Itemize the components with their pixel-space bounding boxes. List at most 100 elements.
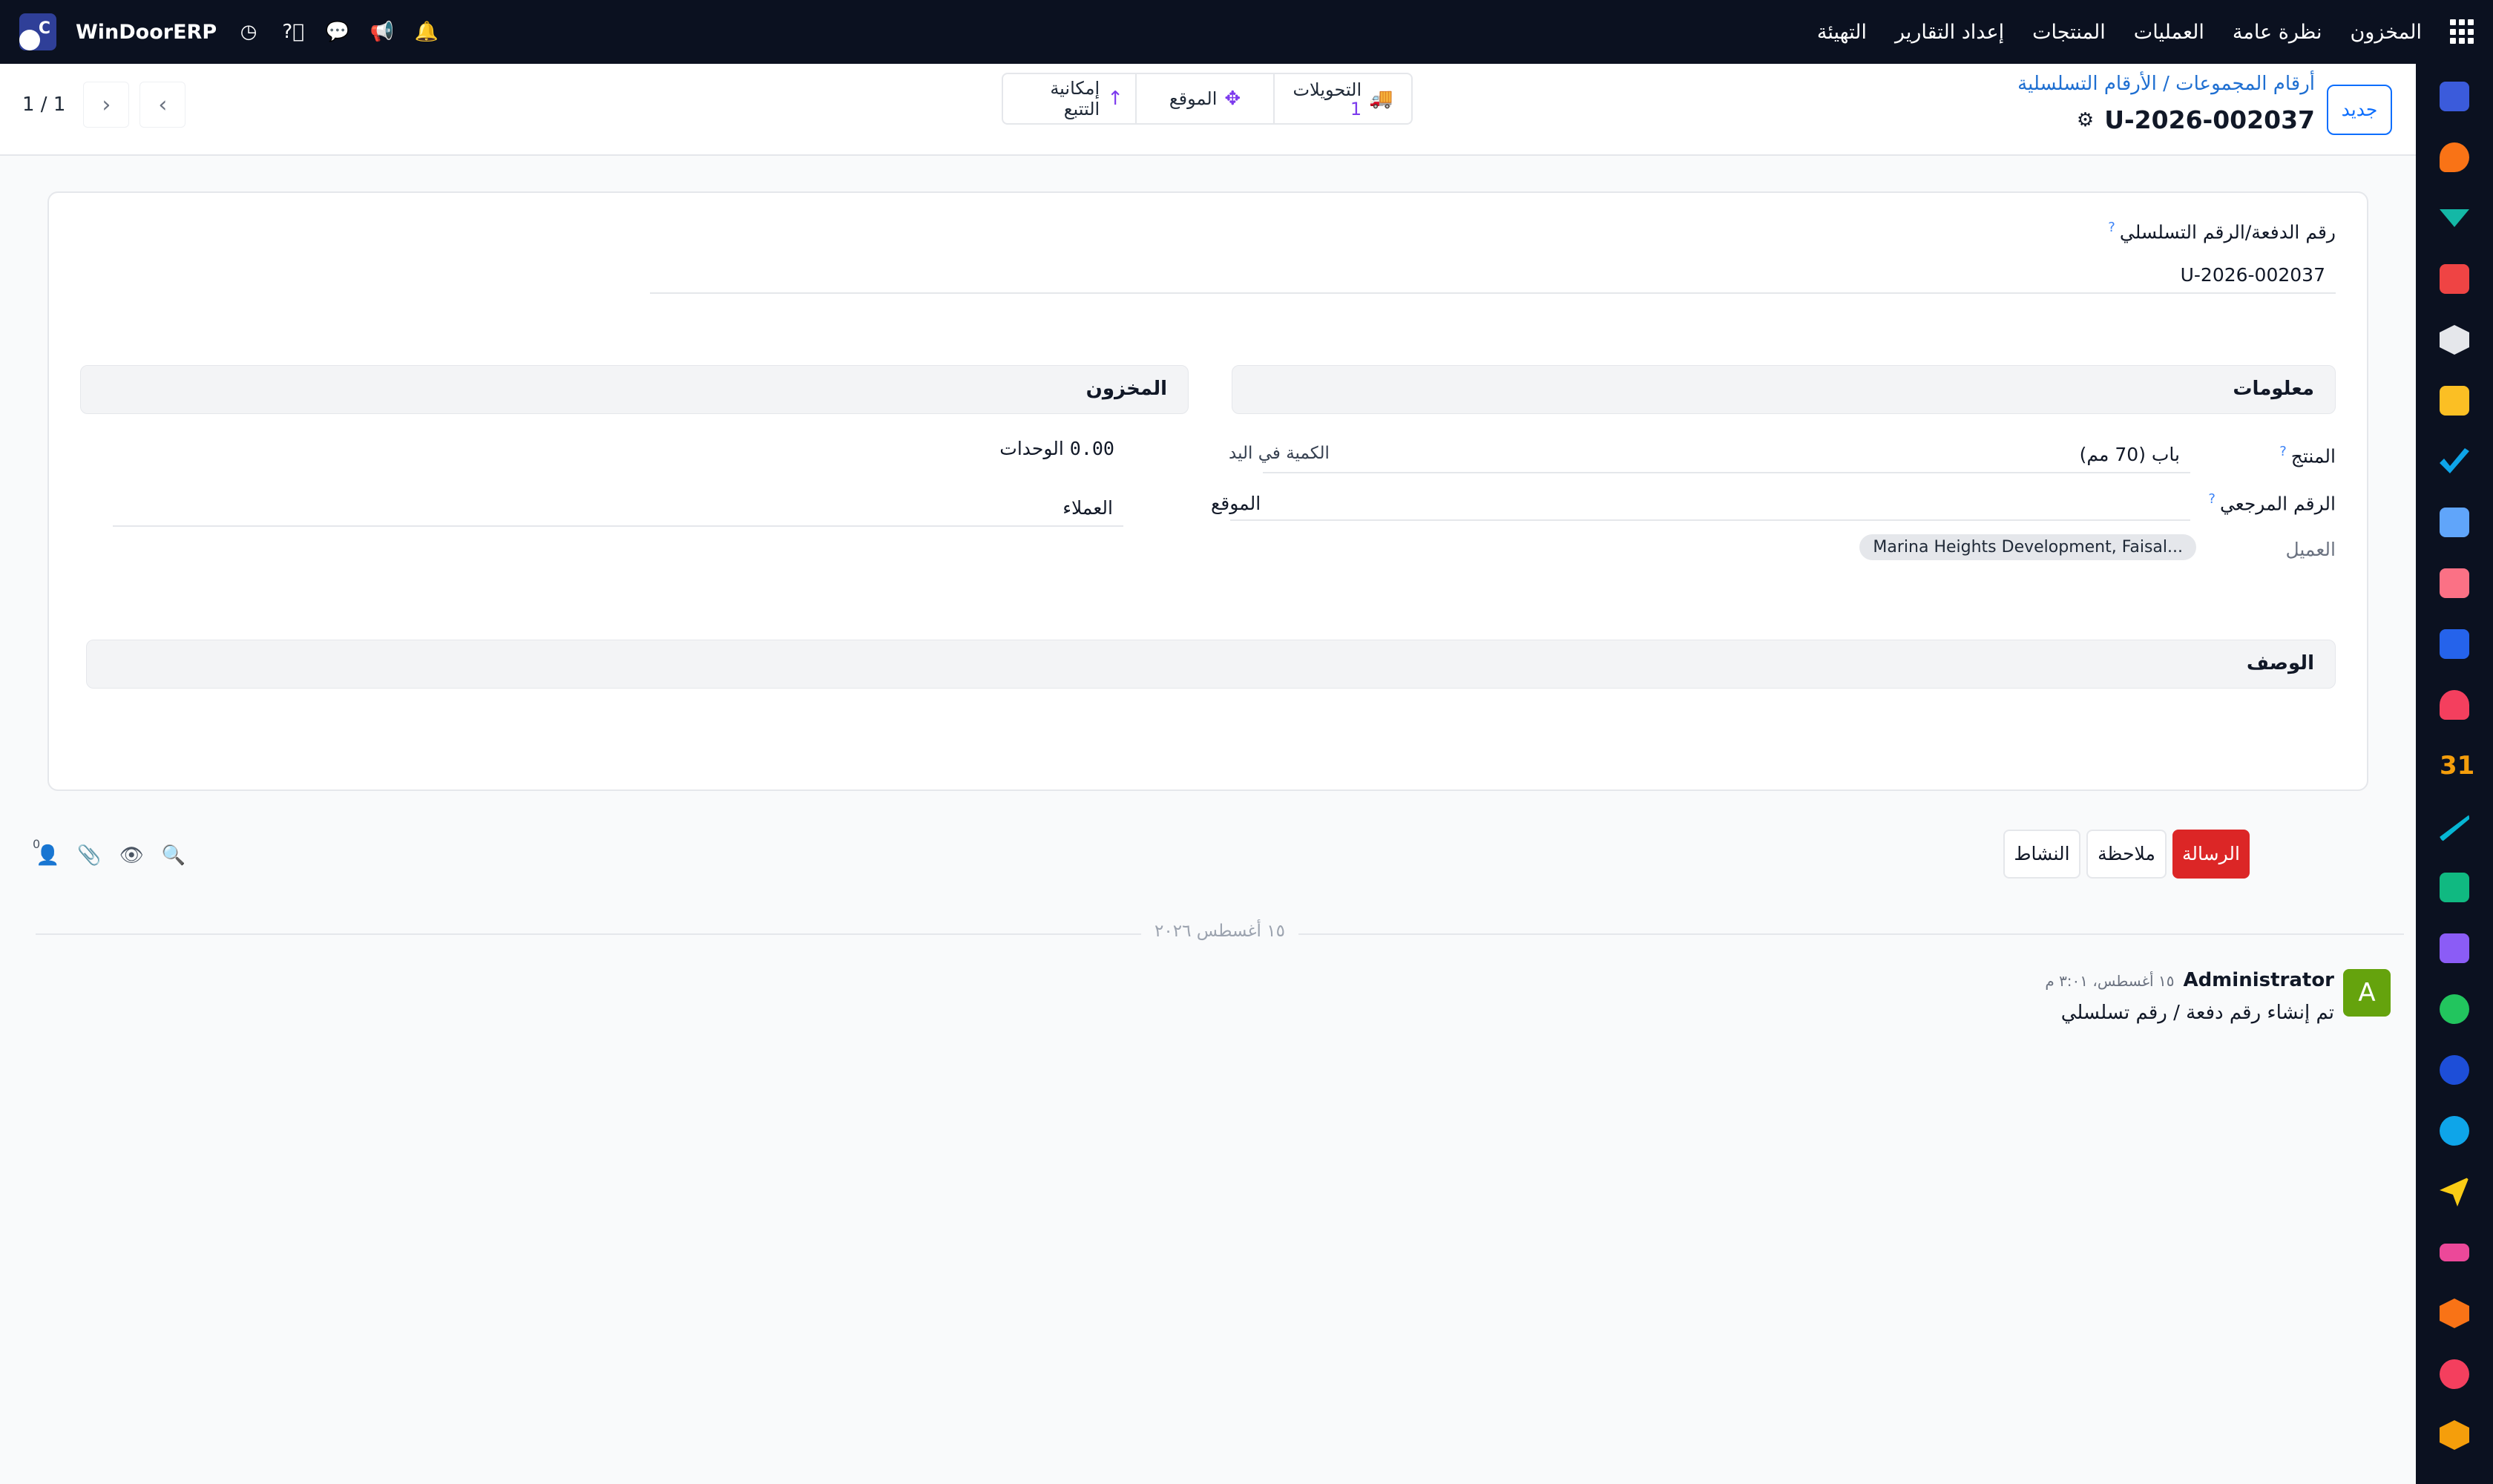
layers-app-icon[interactable]: [2440, 1244, 2469, 1261]
reference-input[interactable]: [1230, 487, 2190, 521]
menu-reporting[interactable]: إعداد التقارير: [1895, 21, 2004, 44]
eye-icon[interactable]: 👁: [119, 844, 144, 867]
help-icon[interactable]: ?⃝: [280, 21, 306, 43]
quantity-number: 0.00: [1069, 438, 1114, 459]
smart-buttons: ↑ إمكانية التتبع ✥ الموقع 🚚 التحويلات 1: [1002, 73, 1413, 125]
transfers-label: التحويلات: [1293, 79, 1362, 100]
location-label: الموقع: [1211, 493, 1261, 514]
transfers-count: 1: [1350, 99, 1362, 119]
wave-app-icon[interactable]: [2440, 1116, 2469, 1146]
quantity-unit: الوحدات: [999, 438, 1064, 459]
chatter-tools: 0 👤 📎 👁 🔍: [33, 837, 185, 874]
apps-menu-icon[interactable]: [2448, 19, 2474, 45]
info-section-header: معلومات: [1232, 365, 2336, 414]
apps-sidebar: 31: [2416, 64, 2493, 1484]
pie-app-icon[interactable]: [2440, 1359, 2469, 1389]
message-header: Administrator ١٥ أغسطس، ٣:٠١ م: [2045, 969, 2334, 991]
lot-label-text: رقم الدفعة/الرقم التسلسلي: [2119, 221, 2336, 243]
quantity-value: 0.00 الوحدات: [910, 433, 1125, 467]
message-author[interactable]: Administrator: [2183, 969, 2334, 991]
menu-operations[interactable]: العمليات: [2134, 21, 2204, 44]
dollar-app-icon[interactable]: [2440, 629, 2469, 659]
traceability-button[interactable]: ↑ إمكانية التتبع: [1002, 73, 1137, 125]
inventory-section-header: المخزون: [80, 365, 1189, 414]
help-icon[interactable]: ?: [2108, 220, 2115, 235]
avatar[interactable]: A: [2343, 969, 2391, 1017]
mail-app-icon[interactable]: [2440, 82, 2469, 111]
contacts-app-icon[interactable]: [2440, 386, 2469, 416]
send-app-icon[interactable]: [2440, 1177, 2469, 1206]
new-button[interactable]: جديد: [2327, 85, 2392, 135]
date-separator: ١٥ أغسطس ٢٠٢٦: [36, 922, 2404, 947]
followers-count: 0: [33, 837, 41, 851]
discuss-app-icon[interactable]: [2440, 209, 2469, 227]
customer-label: العميل: [2285, 539, 2336, 560]
lot-label: رقم الدفعة/الرقم التسلسلي?: [2108, 220, 2336, 243]
gear-icon[interactable]: ⚙: [2077, 109, 2094, 131]
menu-configuration[interactable]: التهيئة: [1817, 21, 1867, 44]
form-sheet: رقم الدفعة/الرقم التسلسلي? U-2026-002037…: [47, 191, 2368, 791]
pager-previous-button[interactable]: ‹: [139, 82, 186, 128]
megaphone-icon[interactable]: 📢: [369, 21, 395, 43]
knowledge-app-icon[interactable]: [2440, 508, 2469, 537]
move-arrows-icon: ✥: [1224, 88, 1241, 110]
cube-app-icon[interactable]: [2440, 325, 2469, 355]
followers-button[interactable]: 0 👤: [33, 837, 59, 867]
location-input[interactable]: العملاء: [113, 493, 1123, 527]
arrow-up-icon: ↑: [1107, 88, 1123, 110]
pager-value[interactable]: 1 / 1: [22, 93, 65, 116]
company-logo[interactable]: C: [19, 13, 56, 50]
pen-app-icon[interactable]: [2440, 815, 2469, 841]
package-app-icon[interactable]: [2440, 568, 2469, 598]
product-input[interactable]: باب (70 مم): [1263, 439, 2190, 473]
bell-icon[interactable]: 🔔: [414, 21, 439, 43]
reference-label-text: الرقم المرجعي: [2219, 493, 2336, 515]
send-message-button[interactable]: الرسالة: [2172, 830, 2250, 879]
clock-app-icon[interactable]: [2440, 1055, 2469, 1085]
menu-overview[interactable]: نظرة عامة: [2233, 21, 2322, 44]
hexagon-app-icon[interactable]: [2440, 1298, 2469, 1328]
help-icon[interactable]: ?: [2208, 491, 2216, 507]
search-icon[interactable]: 🔍: [162, 844, 185, 867]
navbar-right: المخزون نظرة عامة العمليات المنتجات إعدا…: [1817, 19, 2474, 45]
dashboard-app-icon[interactable]: [2440, 933, 2469, 963]
chat-icon[interactable]: 💬: [325, 21, 350, 43]
bar-chart-app-icon[interactable]: [2440, 264, 2469, 294]
control-panel: جديد أرقام المجموعات / الأرقام التسلسلية…: [0, 64, 2416, 156]
customer-tag[interactable]: Marina Heights Development, Faisal...: [1859, 534, 2196, 560]
traceability-label: إمكانية التتبع: [1050, 78, 1100, 119]
checkmark-app-icon[interactable]: [2440, 448, 2469, 473]
whatsapp-app-icon[interactable]: [2440, 994, 2469, 1024]
breadcrumb[interactable]: أرقام المجموعات / الأرقام التسلسلية: [2017, 73, 2315, 95]
record-title-text: U-2026-002037: [2104, 105, 2315, 134]
top-navbar: المخزون نظرة عامة العمليات المنتجات إعدا…: [0, 0, 2493, 64]
employee-card-app-icon[interactable]: [2440, 873, 2469, 902]
navbar-left: 🔔 📢 💬 ?⃝ ◷ WinDoorERP C: [19, 13, 439, 50]
settings-hex-app-icon[interactable]: [2440, 1420, 2469, 1450]
menu-inventory[interactable]: المخزون: [2350, 21, 2422, 44]
company-name[interactable]: WinDoorERP: [76, 21, 217, 44]
menu-products[interactable]: المنتجات: [2032, 21, 2106, 44]
product-label: المنتج?: [2279, 444, 2336, 467]
record-title: U-2026-002037 ⚙: [2077, 105, 2315, 134]
log-note-button[interactable]: ملاحظة: [2086, 830, 2167, 879]
location-button[interactable]: ✥ الموقع: [1137, 73, 1275, 125]
description-section-header: الوصف: [86, 640, 2336, 689]
message-date: ١٥ أغسطس، ٣:٠١ م: [2045, 972, 2175, 990]
lot-number-input[interactable]: U-2026-002037: [650, 260, 2336, 294]
clock-icon[interactable]: ◷: [236, 21, 261, 43]
message-body: تم إنشاء رقم دفعة / رقم تسلسلي: [2060, 1002, 2334, 1024]
paperclip-icon[interactable]: 📎: [77, 844, 101, 867]
calendar-app-icon[interactable]: 31: [2440, 751, 2474, 781]
company-logo-letter: C: [38, 19, 50, 38]
team-app-icon[interactable]: [2440, 690, 2469, 720]
activity-button[interactable]: النشاط: [2003, 830, 2080, 879]
pager-next-button[interactable]: ›: [83, 82, 130, 128]
pager: 1 / 1 › ‹: [22, 82, 186, 128]
chat-bubble-app-icon[interactable]: [2440, 142, 2469, 172]
location-label: الموقع: [1169, 88, 1218, 109]
help-icon[interactable]: ?: [2279, 444, 2287, 459]
truck-icon: 🚚: [1369, 88, 1393, 110]
transfers-button[interactable]: 🚚 التحويلات 1: [1275, 73, 1413, 125]
reference-label: الرقم المرجعي?: [2208, 491, 2336, 514]
